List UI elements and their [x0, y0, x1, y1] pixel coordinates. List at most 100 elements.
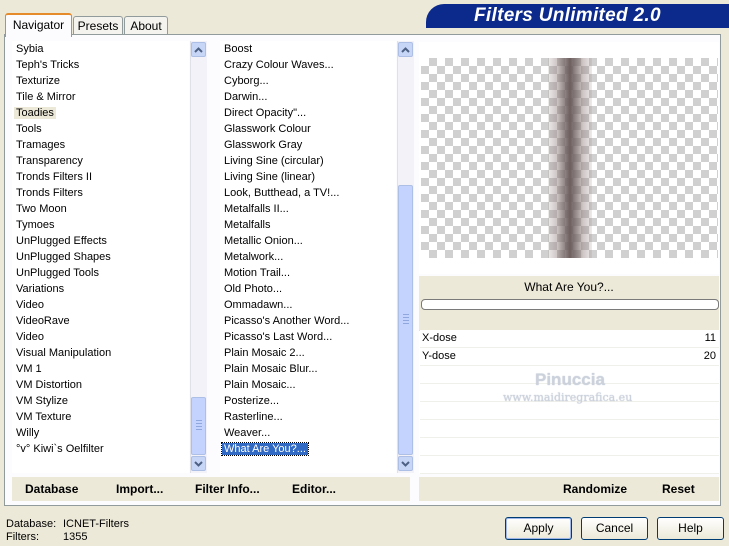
list-item[interactable]: Plain Mosaic Blur...	[220, 361, 396, 377]
list-item[interactable]: Cyborg...	[220, 73, 396, 89]
scroll-thumb[interactable]	[191, 397, 206, 455]
list-item[interactable]: VM Texture	[12, 409, 189, 425]
scroll-down-button[interactable]	[191, 456, 206, 471]
list-item[interactable]: Video	[12, 329, 189, 345]
editor-button[interactable]: Editor...	[292, 482, 336, 496]
list-item[interactable]: °v° Kiwi`s Oelfilter	[12, 441, 189, 457]
list-item-label: Metalfalls II...	[224, 203, 289, 215]
list-item-label: °v° Kiwi`s Oelfilter	[16, 443, 104, 455]
help-label: Help	[678, 521, 703, 535]
list-item[interactable]: Direct Opacity"...	[220, 105, 396, 121]
filter-info-button[interactable]: Filter Info...	[195, 482, 260, 496]
list-item[interactable]: Boost	[220, 41, 396, 57]
list-item[interactable]: Metalfalls II...	[220, 201, 396, 217]
list-item[interactable]: UnPlugged Effects	[12, 233, 189, 249]
list-item[interactable]: Look, Butthead, a TV!...	[220, 185, 396, 201]
list-item-label: Tools	[16, 123, 42, 135]
scroll-up-button[interactable]	[398, 42, 413, 57]
scroll-thumb[interactable]	[398, 185, 413, 455]
list-item-label: Texturize	[16, 75, 61, 87]
cancel-button[interactable]: Cancel	[581, 517, 648, 540]
category-list[interactable]: Sybia Teph's Tricks Texturize Tile & Mirror…	[12, 41, 189, 473]
list-item[interactable]: Variations	[12, 281, 189, 297]
list-item[interactable]: Tramages	[12, 137, 189, 153]
list-item[interactable]: Living Sine (linear)	[220, 169, 396, 185]
list-item[interactable]: Tronds Filters	[12, 185, 189, 201]
list-item[interactable]: Picasso's Last Word...	[220, 329, 396, 345]
scroll-down-button[interactable]	[398, 456, 413, 471]
list-item-label: Picasso's Another Word...	[224, 315, 350, 327]
chevron-down-icon	[194, 460, 203, 467]
list-item[interactable]: Toadies	[12, 105, 189, 121]
status-filters-label: Filters:	[6, 531, 39, 543]
apply-label: Apply	[523, 521, 554, 535]
list-item[interactable]: Willy	[12, 425, 189, 441]
list-item-label: Tymoes	[16, 219, 55, 231]
help-button[interactable]: Help	[657, 517, 724, 540]
list-item[interactable]: Tile & Mirror	[12, 89, 189, 105]
list-item[interactable]: Tymoes	[12, 217, 189, 233]
list-item[interactable]: Transparency	[12, 153, 189, 169]
list-item-label: Metallic Onion...	[224, 235, 303, 247]
list-item[interactable]: Motion Trail...	[220, 265, 396, 281]
list-item[interactable]: VM Stylize	[12, 393, 189, 409]
tab-about[interactable]: About	[124, 16, 168, 35]
list-item-label: Posterize...	[224, 395, 280, 407]
scroll-up-button[interactable]	[191, 42, 206, 57]
list-item-label: Glasswork Gray	[224, 139, 303, 151]
list-item[interactable]: What Are You?...	[220, 441, 396, 457]
list-item-label: Tile & Mirror	[16, 91, 76, 103]
tab-presets[interactable]: Presets	[73, 16, 123, 35]
param-label: Y-dose	[422, 350, 456, 362]
apply-button[interactable]: Apply	[505, 517, 572, 540]
list-item[interactable]: Visual Manipulation	[12, 345, 189, 361]
list-item-label: Transparency	[16, 155, 83, 167]
list-item[interactable]: Metallic Onion...	[220, 233, 396, 249]
list-item[interactable]: Two Moon	[12, 201, 189, 217]
param-row-ydose[interactable]: Y-dose 20	[420, 348, 719, 366]
filter-list[interactable]: Boost Crazy Colour Waves... Cyborg... Darwi…	[220, 41, 396, 473]
randomize-button[interactable]: Randomize	[563, 482, 627, 496]
list-item[interactable]: Crazy Colour Waves...	[220, 57, 396, 73]
list-item[interactable]: Sybia	[12, 41, 189, 57]
list-item[interactable]: Glasswork Colour	[220, 121, 396, 137]
list-item[interactable]: UnPlugged Shapes	[12, 249, 189, 265]
reset-button[interactable]: Reset	[662, 482, 695, 496]
list-item[interactable]: Tronds Filters II	[12, 169, 189, 185]
list-item[interactable]: Plain Mosaic 2...	[220, 345, 396, 361]
list-item[interactable]: Plain Mosaic...	[220, 377, 396, 393]
list-item[interactable]: Weaver...	[220, 425, 396, 441]
list-item[interactable]: Rasterline...	[220, 409, 396, 425]
list-item[interactable]: VM Distortion	[12, 377, 189, 393]
watermark-name: Pinuccia	[535, 370, 605, 389]
list-item[interactable]: Old Photo...	[220, 281, 396, 297]
list-item[interactable]: Metalfalls	[220, 217, 396, 233]
list-item[interactable]: Ommadawn...	[220, 297, 396, 313]
list-item-label: Darwin...	[224, 91, 268, 103]
list-item[interactable]: VideoRave	[12, 313, 189, 329]
list-item[interactable]: Tools	[12, 121, 189, 137]
list-item[interactable]: Video	[12, 297, 189, 313]
list-item[interactable]: Texturize	[12, 73, 189, 89]
filter-scrollbar[interactable]	[397, 41, 414, 473]
list-item[interactable]: UnPlugged Tools	[12, 265, 189, 281]
import-button[interactable]: Import...	[116, 482, 163, 496]
list-item-label: Plain Mosaic...	[224, 379, 296, 391]
watermark-url: www.maidiregrafica.eu	[503, 391, 633, 404]
tab-navigator[interactable]: Navigator	[5, 13, 72, 37]
list-item[interactable]: Teph's Tricks	[12, 57, 189, 73]
list-item[interactable]: Metalwork...	[220, 249, 396, 265]
list-item[interactable]: Living Sine (circular)	[220, 153, 396, 169]
param-value: 11	[704, 332, 716, 344]
param-row-empty	[420, 402, 719, 420]
list-item[interactable]: Posterize...	[220, 393, 396, 409]
list-item[interactable]: Picasso's Another Word...	[220, 313, 396, 329]
list-item[interactable]: Darwin...	[220, 89, 396, 105]
list-item-label: Picasso's Last Word...	[224, 331, 333, 343]
param-row-xdose[interactable]: X-dose 11	[420, 330, 719, 348]
category-scrollbar[interactable]	[190, 41, 207, 473]
database-button[interactable]: Database	[25, 482, 78, 496]
status-filters: Filters:	[6, 531, 39, 543]
list-item[interactable]: VM 1	[12, 361, 189, 377]
list-item[interactable]: Glasswork Gray	[220, 137, 396, 153]
